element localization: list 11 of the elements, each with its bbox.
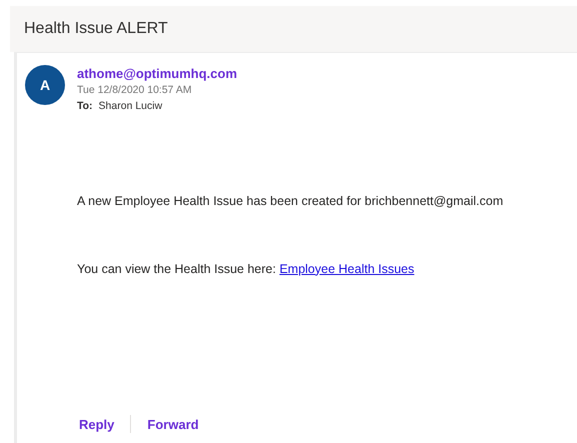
body-link[interactable]: Employee Health Issues — [279, 262, 414, 276]
avatar: A — [25, 65, 65, 105]
to-label: To: — [77, 99, 93, 114]
body-paragraph: A new Employee Health Issue has been created for brichbennett@gmail.com — [77, 193, 504, 210]
body-paragraph: You can view the Health Issue here: Employee Health Issues — [77, 260, 416, 278]
forward-button[interactable]: Forward — [147, 412, 199, 436]
sender-email[interactable]: athome@optimumhq.com — [77, 65, 238, 82]
reply-button[interactable]: Reply — [79, 412, 114, 436]
message-date: Tue 12/8/2020 10:57 AM — [77, 83, 193, 98]
subject-title: Health Issue ALERT — [24, 19, 168, 39]
recipient-name: Sharon Luciw — [98, 99, 162, 114]
